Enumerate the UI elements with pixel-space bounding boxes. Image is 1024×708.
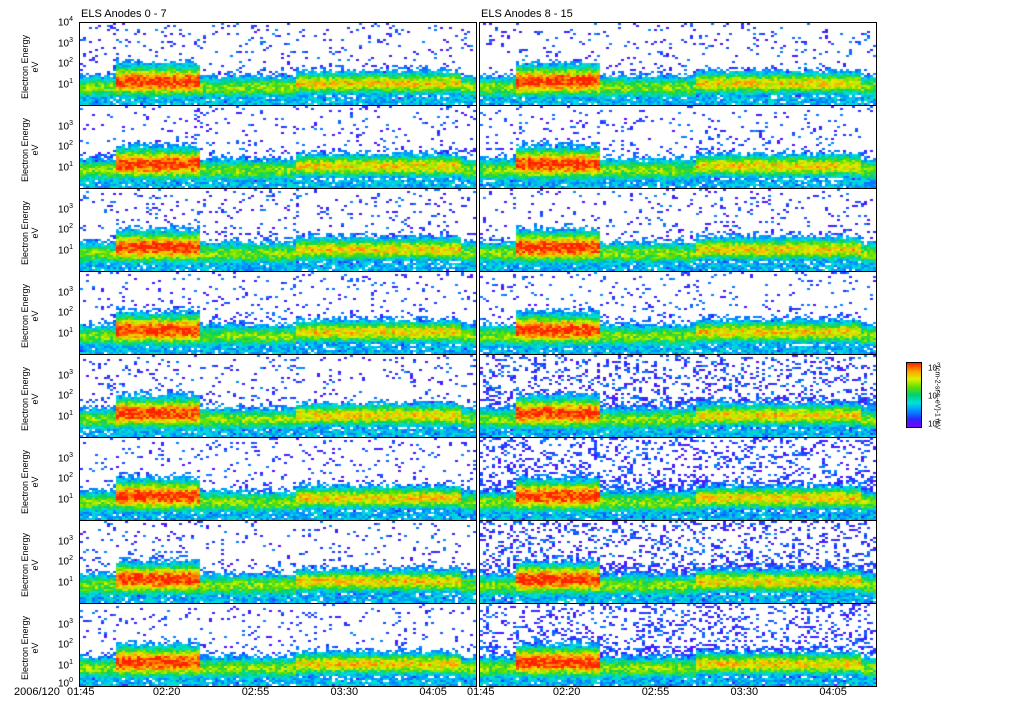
- x-tick-label: 04:05: [419, 686, 447, 698]
- title-anodes-0-7: ELS Anodes 0 - 7: [81, 8, 167, 20]
- spectrogram-panel: [79, 188, 477, 272]
- y-axis-label: Electron Energy eV: [20, 366, 40, 432]
- spectrogram-panel: [79, 520, 477, 604]
- y-tick-label: 101: [58, 160, 74, 173]
- y-tick-label: 102: [58, 140, 74, 153]
- y-tick-label: 103: [58, 368, 74, 381]
- y-tick-label: 101: [58, 243, 74, 256]
- x-tick-label: 02:20: [152, 686, 181, 698]
- spectrogram-image: [480, 355, 876, 437]
- spectrogram-panel: [479, 603, 877, 687]
- spectrogram-image: [80, 355, 476, 437]
- y-axis-label: Electron Energy eV: [20, 34, 40, 100]
- y-tick-label: 102: [58, 306, 74, 319]
- y-axis-label: Electron Energy eV: [20, 200, 40, 266]
- spectrogram-image: [80, 189, 476, 271]
- y-tick-label: 103: [58, 451, 74, 464]
- title-anodes-8-15: ELS Anodes 8 - 15: [481, 8, 573, 20]
- y-tick-label: 103: [58, 617, 74, 630]
- spectrogram-image: [80, 272, 476, 354]
- spectrogram-image: [80, 604, 476, 686]
- y-tick-label: 104: [58, 16, 74, 29]
- spectrogram-image: [480, 189, 876, 271]
- x-tick-label: 02:20: [552, 686, 581, 698]
- x-tick-label: 02:55: [241, 686, 270, 698]
- y-tick-label: 101: [58, 492, 74, 505]
- spectrogram-image: [480, 272, 876, 354]
- y-axis-label: Electron Energy eV: [20, 532, 40, 598]
- spectrogram-panel: [479, 354, 877, 438]
- y-tick-label: 101: [58, 409, 74, 422]
- y-tick-label: 101: [58, 575, 74, 588]
- spectrogram-panel: [79, 271, 477, 355]
- spectrogram-panel: [79, 22, 477, 106]
- spectrogram-panel: [479, 271, 877, 355]
- y-tick-label: 103: [58, 36, 74, 49]
- x-tick-label: 01:45: [467, 686, 495, 698]
- y-tick-label: 102: [58, 555, 74, 568]
- x-tick-label: 03:30: [730, 686, 759, 698]
- spectrogram-image: [80, 23, 476, 105]
- spectrogram-image: [480, 521, 876, 603]
- spectrogram-panel: [79, 603, 477, 687]
- spectrogram-figure: ELS Anodes 0 - 7 ELS Anodes 8 - 15 Elect…: [0, 0, 1024, 708]
- spectrogram-panel: [479, 437, 877, 521]
- y-tick-label: 101: [58, 326, 74, 339]
- y-tick-label: 102: [58, 638, 74, 651]
- x-tick-label: 03:30: [330, 686, 359, 698]
- x-tick-label: 01:45: [67, 686, 95, 698]
- spectrogram-image: [480, 23, 876, 105]
- y-tick-label: 101: [58, 77, 74, 90]
- y-tick-label: 101: [58, 658, 74, 671]
- spectrogram-panel: [479, 520, 877, 604]
- spectrogram-panel: [479, 105, 877, 189]
- spectrogram-panel: [479, 188, 877, 272]
- y-tick-label: 102: [58, 389, 74, 402]
- colorbar-unit: (cm-2-sr-s-eV)-1 /eV: [933, 365, 941, 430]
- spectrogram-panel: [79, 105, 477, 189]
- date-label: 2006/120: [14, 686, 60, 698]
- y-tick-label: 102: [58, 57, 74, 70]
- y-tick-label: 103: [58, 534, 74, 547]
- y-tick-label: 102: [58, 223, 74, 236]
- x-tick-label: 02:55: [641, 686, 670, 698]
- y-tick-label: 103: [58, 119, 74, 132]
- spectrogram-image: [80, 521, 476, 603]
- y-tick-label: 103: [58, 285, 74, 298]
- spectrogram-image: [80, 438, 476, 520]
- spectrogram-panel: [79, 354, 477, 438]
- y-axis-label: Electron Energy eV: [20, 449, 40, 515]
- colorbar: [906, 362, 922, 428]
- y-tick-label: 102: [58, 472, 74, 485]
- y-axis-label: Electron Energy eV: [20, 117, 40, 183]
- spectrogram-image: [480, 106, 876, 188]
- y-axis-label: Electron Energy eV: [20, 615, 40, 681]
- x-tick-label: 04:05: [819, 686, 847, 698]
- y-tick-label: 103: [58, 202, 74, 215]
- spectrogram-image: [80, 106, 476, 188]
- spectrogram-image: [480, 438, 876, 520]
- y-axis-label: Electron Energy eV: [20, 283, 40, 349]
- spectrogram-panel: [479, 22, 877, 106]
- spectrogram-panel: [79, 437, 477, 521]
- spectrogram-image: [480, 604, 876, 686]
